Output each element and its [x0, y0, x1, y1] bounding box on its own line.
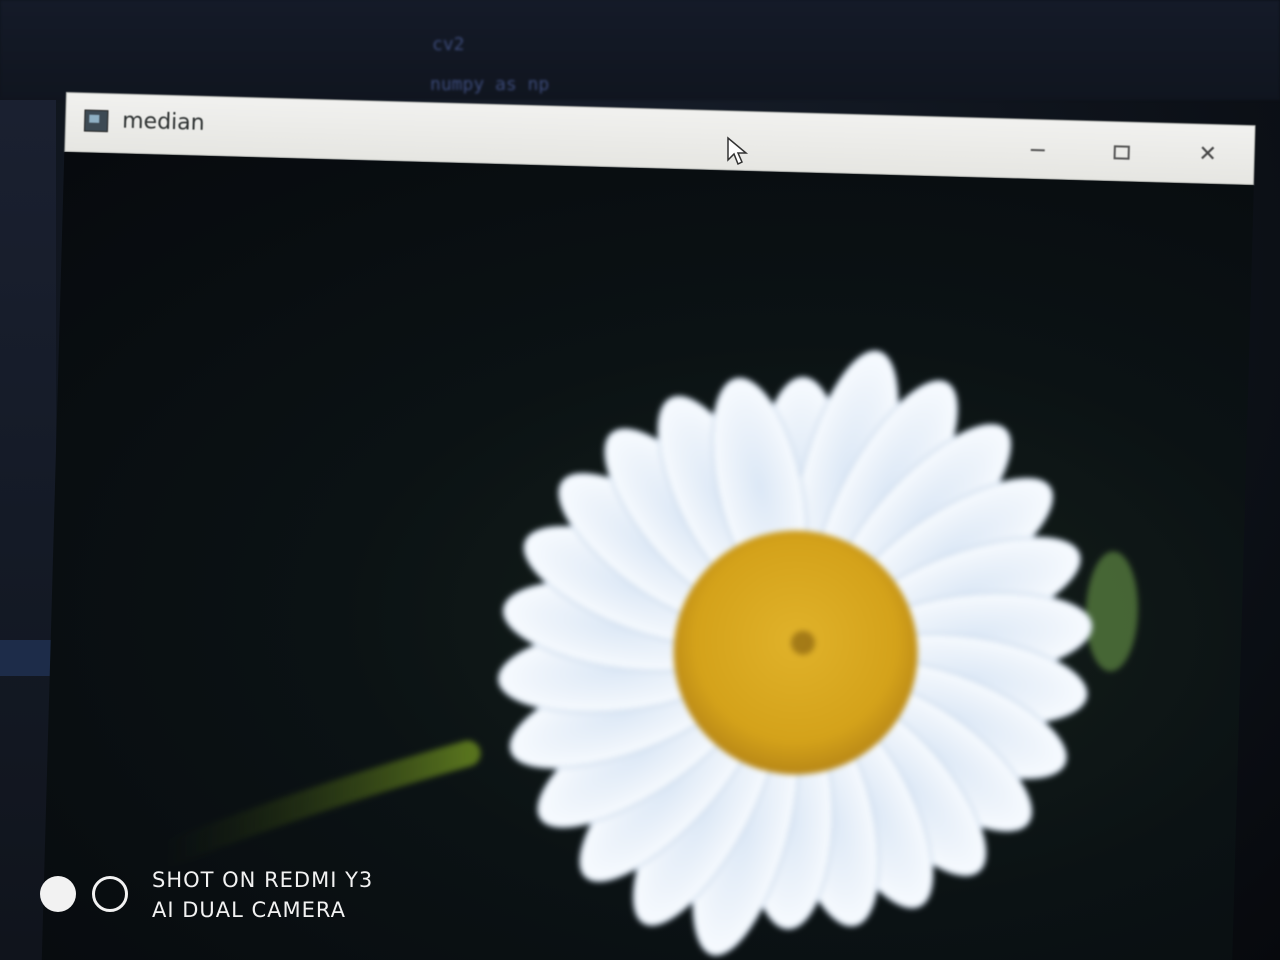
- opencv-window-icon: [83, 109, 109, 133]
- mouse-cursor-icon: [727, 136, 749, 166]
- green-leaf: [1085, 551, 1138, 672]
- watermark-ring-icon: [92, 876, 128, 912]
- watermark-line-2: AI DUAL CAMERA: [152, 898, 347, 922]
- median-window[interactable]: median ✕: [41, 92, 1256, 960]
- image-canvas: [41, 151, 1254, 960]
- window-title: median: [121, 108, 205, 136]
- background-editor-band: [0, 640, 56, 676]
- minimize-button[interactable]: [1013, 129, 1062, 170]
- camera-watermark: SHOT ON REDMI Y3 AI DUAL CAMERA: [40, 864, 460, 944]
- maximize-button[interactable]: [1097, 132, 1146, 173]
- code-line-cv2: cv2: [432, 34, 465, 55]
- maximize-icon: [1113, 145, 1130, 160]
- photo-of-screen: cv2 numpy as np median ✕ SHOT ON REDMI Y…: [0, 0, 1280, 960]
- code-line-numpy: numpy as np: [430, 74, 550, 95]
- close-icon: ✕: [1198, 141, 1218, 168]
- watermark-line-1: SHOT ON REDMI Y3: [152, 868, 374, 892]
- background-code-editor: cv2 numpy as np: [0, 0, 1280, 100]
- close-button[interactable]: ✕: [1183, 134, 1232, 175]
- watermark-filled-dot-icon: [40, 876, 76, 912]
- daisy-image: [151, 350, 1138, 956]
- minimize-icon: [1030, 148, 1045, 152]
- flower-stem: [151, 740, 481, 869]
